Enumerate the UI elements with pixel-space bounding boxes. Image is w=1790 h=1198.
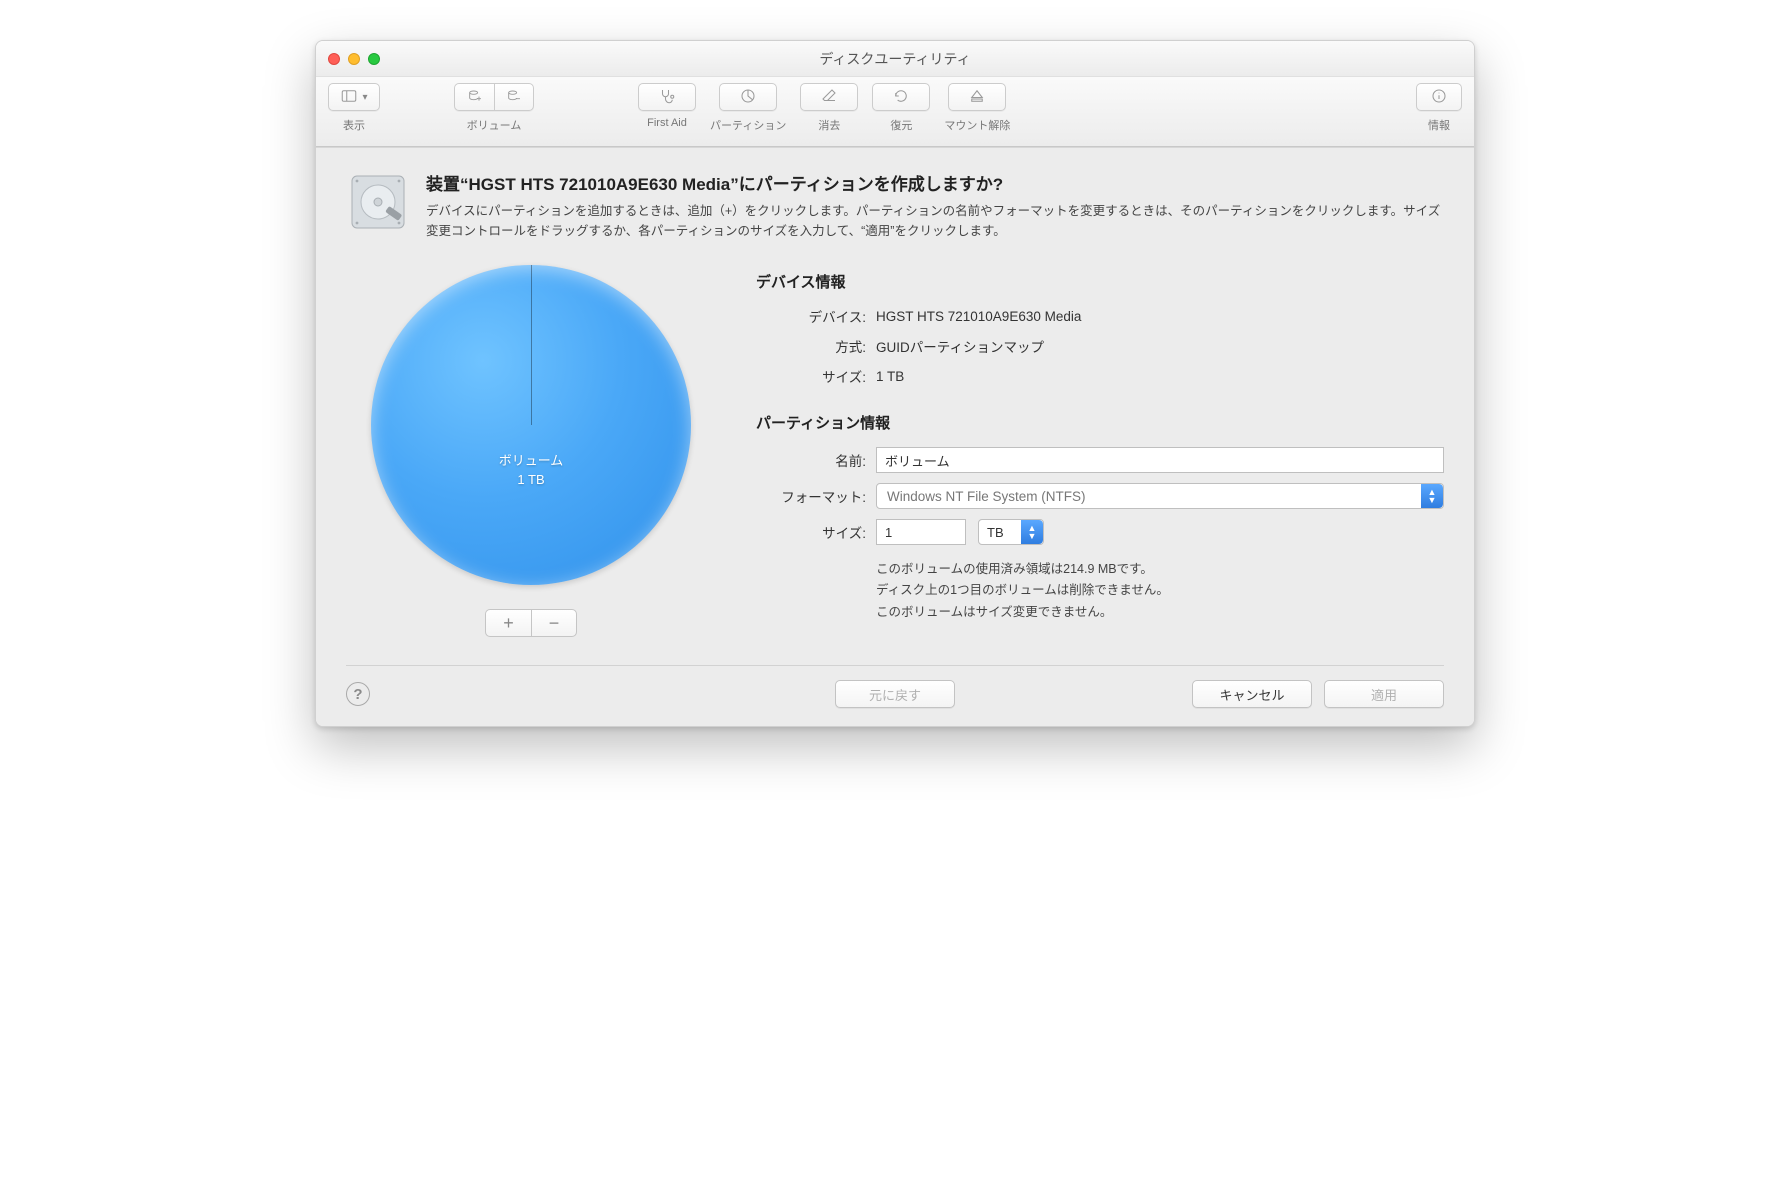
toolbar-label-unmount: マウント解除 <box>944 117 1010 133</box>
volume-plus-icon <box>467 88 483 107</box>
sheet-heading: 装置“HGST HTS 721010A9E630 Media”にパーティションを… <box>426 170 1444 195</box>
view-mode-button[interactable]: ▾ <box>328 83 380 111</box>
hint-first-volume: ディスク上の1つ目のボリュームは削除できません。 <box>876 580 1444 601</box>
remove-volume-button[interactable] <box>494 83 534 111</box>
titlebar: ディスクユーティリティ <box>316 41 1474 77</box>
partition-sheet: 装置“HGST HTS 721010A9E630 Media”にパーティションを… <box>316 147 1474 726</box>
hint-usage: このボリュームの使用済み領域は214.9 MBです。 <box>876 559 1444 580</box>
toolbar-label-firstaid: First Aid <box>647 117 687 129</box>
devsize-label: サイズ: <box>756 366 866 386</box>
help-button[interactable]: ? <box>346 682 370 706</box>
partition-pie-chart[interactable]: ボリューム 1 TB <box>371 265 691 585</box>
devsize-value: 1 TB <box>876 369 904 384</box>
device-label: デバイス: <box>756 306 866 326</box>
remove-partition-button[interactable]: − <box>531 609 577 637</box>
disk-utility-window: ディスクユーティリティ ▾ 表示 <box>315 40 1475 727</box>
partition-size-input[interactable] <box>876 519 966 545</box>
info-button[interactable] <box>1416 83 1462 111</box>
unmount-button[interactable] <box>948 83 1006 111</box>
toolbar-label-partition: パーティション <box>710 117 786 133</box>
format-label: フォーマット: <box>756 486 866 506</box>
restore-arrow-icon <box>892 87 910 108</box>
scheme-label: 方式: <box>756 336 866 356</box>
pie-icon <box>739 87 757 108</box>
minimize-window-button[interactable] <box>348 53 360 65</box>
select-arrows-icon: ▲▼ <box>1021 520 1043 544</box>
add-volume-button[interactable] <box>454 83 494 111</box>
name-label: 名前: <box>756 450 866 470</box>
volume-minus-icon <box>506 88 522 107</box>
toolbar-label-info: 情報 <box>1428 117 1450 133</box>
sheet-subtext: デバイスにパーティションを追加するときは、追加（+）をクリックします。パーティシ… <box>426 201 1444 241</box>
format-select[interactable]: Windows NT File System (NTFS) ▲▼ <box>876 483 1444 509</box>
pie-slice-name: ボリューム <box>371 451 691 471</box>
add-partition-button[interactable]: + <box>485 609 531 637</box>
partition-hints: このボリュームの使用済み領域は214.9 MBです。 ディスク上の1つ目のボリュ… <box>876 559 1444 623</box>
info-icon <box>1430 87 1448 108</box>
format-select-value: Windows NT File System (NTFS) <box>887 489 1086 504</box>
eject-icon <box>968 87 986 108</box>
hint-no-resize: このボリュームはサイズ変更できません。 <box>876 602 1444 623</box>
partition-button[interactable] <box>719 83 777 111</box>
sidebar-toggle-icon <box>340 87 358 108</box>
toolbar-label-restore: 復元 <box>890 117 912 133</box>
revert-button[interactable]: 元に戻す <box>835 680 955 708</box>
pie-slice-label: ボリューム 1 TB <box>371 451 691 490</box>
apply-button[interactable]: 適用 <box>1324 680 1444 708</box>
size-unit-value: TB <box>987 525 1004 540</box>
partition-info-heading: パーティション情報 <box>756 412 1444 433</box>
restore-button[interactable] <box>872 83 930 111</box>
first-aid-button[interactable] <box>638 83 696 111</box>
toolbar-label-erase: 消去 <box>818 117 840 133</box>
window-title: ディスクユーティリティ <box>316 49 1474 69</box>
size-unit-select[interactable]: TB ▲▼ <box>978 519 1044 545</box>
chevron-down-icon: ▾ <box>362 92 367 103</box>
erase-button[interactable] <box>800 83 858 111</box>
internal-disk-icon <box>346 170 410 241</box>
toolbar: ▾ 表示 ボリューム <box>316 77 1474 147</box>
stethoscope-icon <box>658 87 676 108</box>
close-window-button[interactable] <box>328 53 340 65</box>
device-info-heading: デバイス情報 <box>756 271 1444 292</box>
window-controls <box>328 53 380 65</box>
toolbar-label-view: 表示 <box>343 117 365 133</box>
select-arrows-icon: ▲▼ <box>1421 484 1443 508</box>
eraser-icon <box>820 87 838 108</box>
psize-label: サイズ: <box>756 522 866 542</box>
zoom-window-button[interactable] <box>368 53 380 65</box>
cancel-button[interactable]: キャンセル <box>1192 680 1312 708</box>
toolbar-label-volume: ボリューム <box>467 117 522 133</box>
scheme-value: GUIDパーティションマップ <box>876 336 1044 356</box>
device-value: HGST HTS 721010A9E630 Media <box>876 309 1081 324</box>
partition-name-input[interactable] <box>876 447 1444 473</box>
pie-slice-size: 1 TB <box>371 470 691 490</box>
